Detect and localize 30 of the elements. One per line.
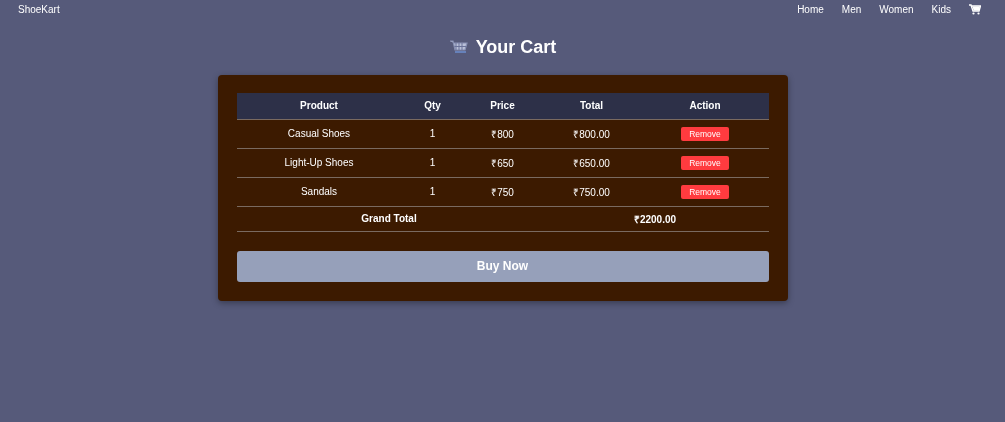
line-total: ₹800.00 [573,128,610,140]
remove-button[interactable]: Remove [681,126,729,141]
page-heading: Your Cart [475,36,557,58]
price: ₹800 [491,128,514,140]
grand-total-value: ₹2200.00 [633,213,677,225]
quantity: 1 [429,128,436,139]
product-name: Sandals [300,186,338,197]
grand-total-label: Grand Total [361,213,417,224]
product-name: Casual Shoes [287,128,351,139]
remove-button[interactable]: Remove [681,184,729,199]
quantity: 1 [429,186,436,197]
nav-link[interactable]: Men [841,3,862,15]
product-name: Light-Up Shoes [284,157,354,168]
cart-icon [448,39,469,55]
column-header: Action [689,100,721,112]
remove-button[interactable]: Remove [681,155,729,170]
cart-icon[interactable] [969,3,981,15]
brand-name[interactable]: ShoeKart [18,3,60,15]
quantity: 1 [429,157,436,168]
price: ₹650 [491,157,514,169]
column-header: Qty [424,100,441,112]
column-header: Price [490,100,515,112]
nav-link[interactable]: Home [797,3,824,15]
price: ₹750 [491,186,514,198]
nav-link[interactable]: Kids [931,3,951,15]
column-header: Product [300,100,338,112]
nav-link[interactable]: Women [879,3,914,15]
column-header: Total [579,100,604,112]
line-total: ₹750.00 [573,186,610,198]
line-total: ₹650.00 [573,157,610,169]
